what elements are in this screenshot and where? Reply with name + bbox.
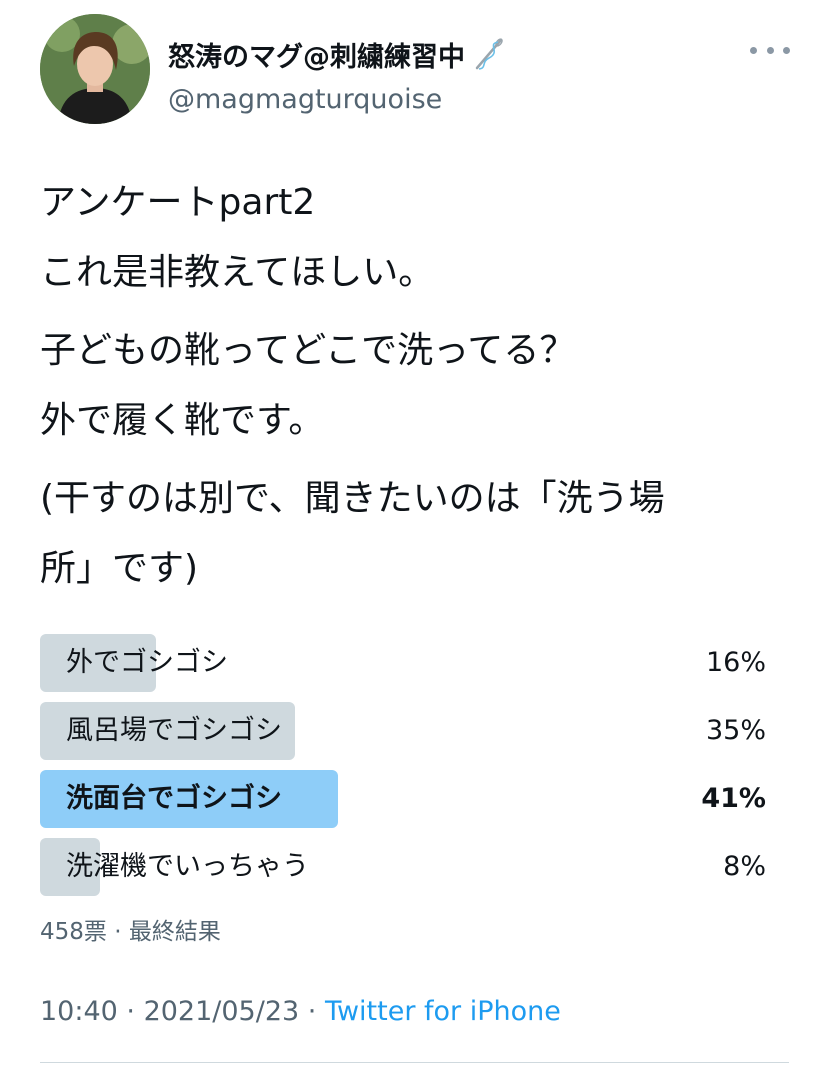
tweet-paragraph: 子どもの靴ってどこで洗ってる？ 外で履く靴です。 — [40, 316, 810, 456]
poll-vote-count: 458票 — [40, 919, 107, 945]
more-options-icon[interactable] — [750, 40, 790, 60]
tweet-line: 子どもの靴ってどこで洗ってる？ — [40, 330, 576, 371]
divider — [40, 1062, 789, 1063]
tweet-line: アンケートpart2 — [40, 182, 316, 223]
separator: · — [106, 919, 129, 945]
poll-option-label: 洗濯機でいっちゃう — [66, 851, 309, 882]
poll-option-label: 風呂場でゴシゴシ — [66, 715, 282, 746]
tweet-line: 所」です) — [40, 548, 199, 589]
tweet-line: 外で履く靴です。 — [40, 400, 325, 441]
dot — [750, 46, 757, 54]
poll-option-percent: 35% — [705, 715, 766, 746]
user-name-row: 怒涛のマグ@刺繍練習中 — [168, 34, 507, 74]
tweet-time[interactable]: 10:40 — [40, 996, 118, 1027]
display-name[interactable]: 怒涛のマグ@刺繍練習中 — [168, 35, 465, 74]
dot — [783, 46, 790, 54]
sewing-needle-icon — [475, 38, 503, 70]
tweet-line: これ是非教えてほしい。 — [40, 252, 435, 293]
user-handle[interactable]: @magmagturquoise — [168, 84, 442, 115]
poll-option: 洗面台でゴシゴシ 41% — [40, 770, 768, 828]
tweet-paragraph: アンケートpart2 これ是非教えてほしい。 — [40, 168, 810, 308]
avatar[interactable] — [40, 14, 150, 124]
tweet-source-link[interactable]: Twitter for iPhone — [325, 996, 561, 1027]
tweet-line: (干すのは別で、聞きたいのは「洗う場 — [40, 478, 665, 519]
dot — [766, 46, 774, 54]
poll-option-label: 洗面台でゴシゴシ — [66, 783, 282, 814]
tweet-paragraph: (干すのは別で、聞きたいのは「洗う場 所」です) — [40, 464, 810, 604]
separator: · — [299, 996, 325, 1027]
poll-option-percent: 41% — [701, 783, 766, 814]
tweet-header: 怒涛のマグ@刺繍練習中 @magmagturquoise — [40, 14, 790, 126]
poll-option-percent: 8% — [723, 851, 766, 882]
poll-summary: 458票 · 最終結果 — [40, 912, 221, 946]
poll: 外でゴシゴシ 16% 風呂場でゴシゴシ 35% 洗面台でゴシゴシ 41% 洗濯機… — [40, 634, 768, 906]
separator: · — [117, 996, 144, 1027]
poll-option-percent: 16% — [705, 647, 766, 678]
poll-option: 外でゴシゴシ 16% — [40, 634, 768, 692]
poll-status: 最終結果 — [128, 919, 221, 945]
poll-option: 風呂場でゴシゴシ 35% — [40, 702, 768, 760]
poll-option: 洗濯機でいっちゃう 8% — [40, 838, 768, 896]
poll-option-label: 外でゴシゴシ — [66, 647, 228, 678]
tweet-date[interactable]: 2021/05/23 — [144, 996, 300, 1027]
profile-photo-icon — [40, 14, 150, 124]
tweet-text: アンケートpart2 これ是非教えてほしい。 子どもの靴ってどこで洗ってる？ 外… — [40, 168, 810, 612]
tweet-metadata: 10:40 · 2021/05/23 · Twitter for iPhone — [40, 996, 561, 1027]
